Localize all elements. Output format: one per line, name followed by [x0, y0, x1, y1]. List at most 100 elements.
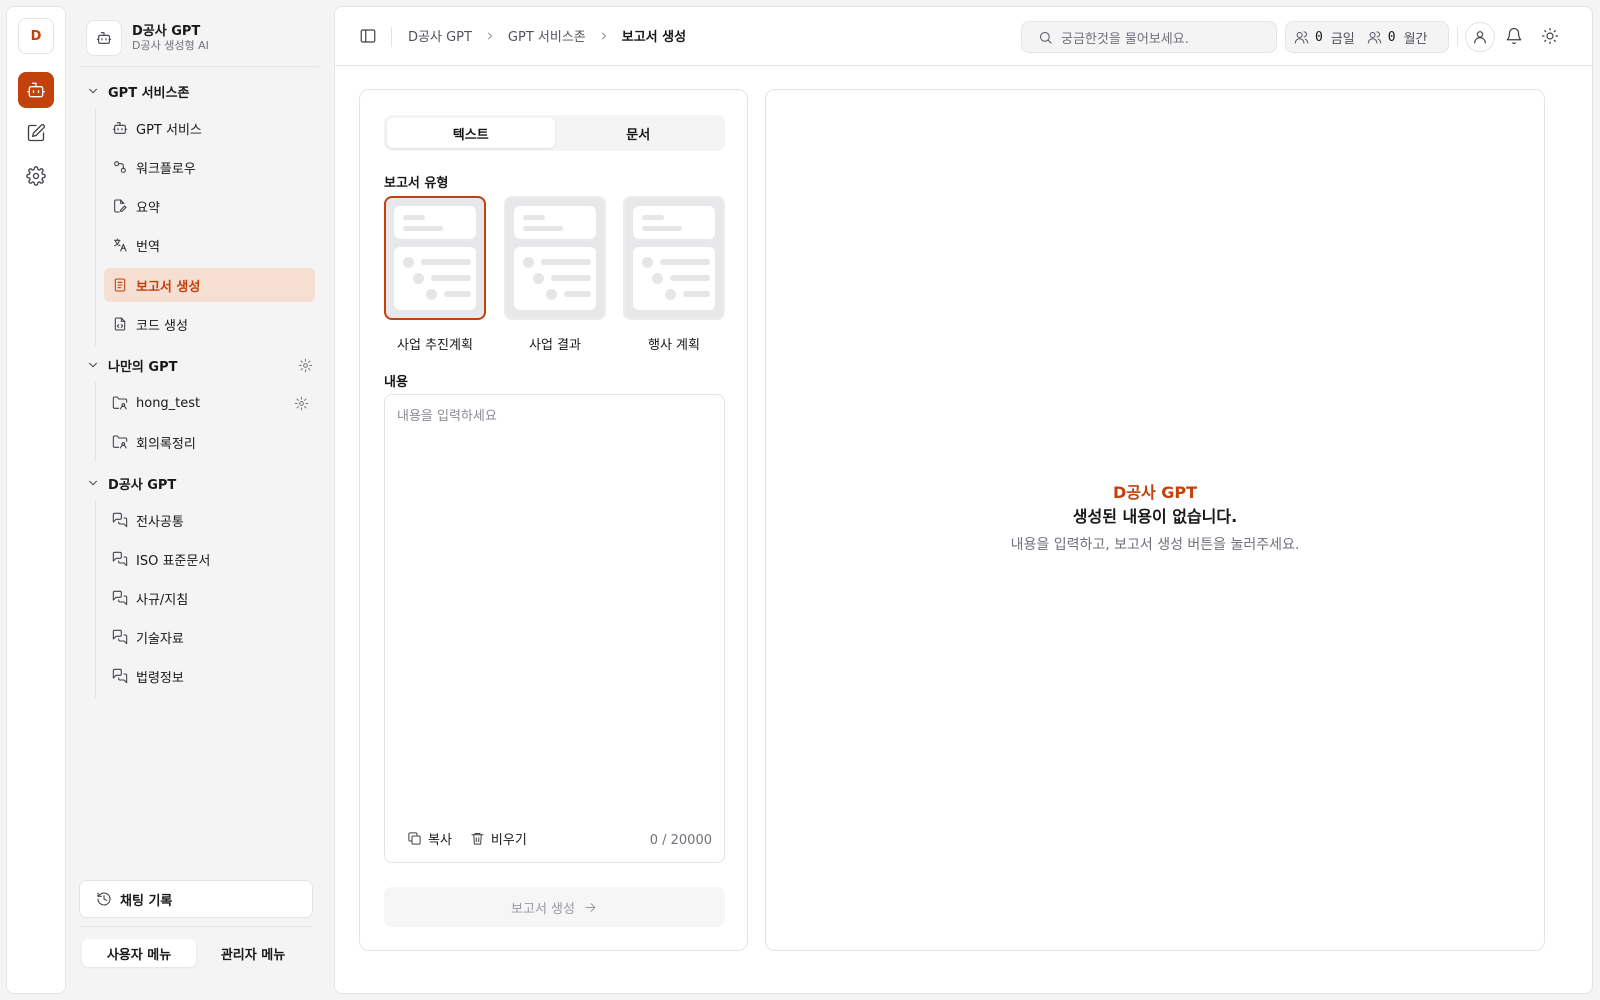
sidebar-item-label: ISO 표준문서 [136, 553, 211, 569]
sidebar-item-label: 회의록정리 [136, 436, 196, 452]
report-type-label: 보고서 유형 [384, 176, 449, 191]
folder-user-icon [112, 396, 128, 410]
report-type-event-plan[interactable]: 행사 계획 [623, 196, 725, 353]
group-label: GPT 서비스존 [108, 85, 190, 101]
chevron-right-icon [488, 32, 492, 39]
chat-history-button[interactable]: 채팅 기록 [79, 880, 313, 918]
messages-icon [112, 629, 128, 645]
rail-edit-button[interactable] [18, 115, 54, 151]
menu-toggle: 사용자 메뉴 관리자 메뉴 [79, 936, 313, 970]
workflow-icon [114, 161, 126, 173]
brand-name: D공사 GPT [132, 24, 201, 39]
arrow-right-icon [585, 902, 596, 912]
content-placeholder: 내용을 입력하세요 [397, 409, 497, 424]
chevron-down-icon [89, 480, 97, 486]
content-textarea[interactable]: 내용을 입력하세요 복사 비우기 0 / 20000 [384, 394, 725, 863]
sidebar-item-label: 보고서 생성 [136, 279, 201, 295]
group-gpt-service-zone[interactable]: GPT 서비스존 [86, 79, 313, 103]
main-panel: D공사 GPT GPT 서비스존 보고서 생성 궁금한것을 물어보세요. 0 금… [334, 6, 1593, 994]
output-card: D공사 GPT 생성된 내용이 없습니다. 내용을 입력하고, 보고서 생성 버… [765, 89, 1545, 951]
sidebar-item-technical-data[interactable]: 기술자료 [104, 620, 315, 654]
bell-icon[interactable] [1505, 27, 1523, 45]
report-form-card: 텍스트 문서 보고서 유형 사업 추진계획 사업 결과 행사 계획 내용 내용을… [359, 89, 748, 951]
divider [1457, 27, 1458, 47]
rail-settings-button[interactable] [18, 158, 54, 194]
sidebar-item-label: hong_test [136, 395, 201, 411]
users-icon [1367, 30, 1381, 44]
copy-button[interactable]: 복사 [407, 829, 452, 848]
sidebar-item-company-common[interactable]: 전사공통 [104, 503, 315, 537]
brand-header[interactable]: D공사 GPT D공사 생성형 AI [86, 18, 209, 58]
tab-text[interactable]: 텍스트 [387, 118, 555, 148]
gear-icon[interactable] [294, 396, 309, 411]
sidebar-item-regulations[interactable]: 사규/지침 [104, 581, 315, 615]
bot-icon [27, 82, 45, 98]
sidebar-item-code-generation[interactable]: 코드 생성 [104, 307, 315, 341]
settings-icon [26, 166, 46, 186]
sidebar-item-workflow[interactable]: 워크플로우 [104, 150, 315, 184]
copy-label: 복사 [428, 833, 452, 848]
report-type-name: 사업 추진계획 [397, 338, 473, 353]
topbar: D공사 GPT GPT 서비스존 보고서 생성 궁금한것을 물어보세요. 0 금… [335, 7, 1592, 66]
breadcrumb-item[interactable]: D공사 GPT [408, 26, 472, 45]
search-input[interactable]: 궁금한것을 물어보세요. [1021, 21, 1277, 53]
empty-brand: D공사 GPT [1112, 483, 1198, 502]
sidebar-item-iso-docs[interactable]: ISO 표준문서 [104, 542, 315, 576]
breadcrumb-item[interactable]: GPT 서비스존 [508, 26, 586, 45]
messages-icon [112, 551, 128, 567]
report-type-thumbnail [504, 196, 606, 320]
divider [79, 926, 313, 927]
brand-subtitle: D공사 생성형 AI [132, 39, 209, 52]
file-edit-icon [114, 199, 127, 213]
user-menu-toggle[interactable]: 사용자 메뉴 [82, 939, 196, 967]
messages-icon [112, 512, 128, 528]
sidebar-item-translate[interactable]: 번역 [104, 228, 315, 262]
report-type-name: 사업 결과 [529, 338, 581, 353]
sidebar-item-label: 기술자료 [136, 631, 184, 647]
sidebar-item-report-generation[interactable]: 보고서 생성 [104, 268, 315, 302]
sidebar-item-legal-info[interactable]: 법령정보 [104, 659, 315, 693]
sidebar-item-hong-test[interactable]: hong_test [104, 386, 315, 420]
sidebar-item-meeting-notes[interactable]: 회의록정리 [104, 425, 315, 459]
divider [391, 27, 392, 47]
messages-icon [112, 668, 128, 684]
sun-icon[interactable] [1541, 27, 1559, 45]
search-icon [1040, 31, 1052, 44]
copy-icon [408, 832, 421, 845]
report-type-name: 행사 계획 [648, 338, 700, 353]
report-type-thumbnail [623, 196, 725, 320]
sidebar-item-summary[interactable]: 요약 [104, 189, 315, 223]
empty-state: D공사 GPT 생성된 내용이 없습니다. 내용을 입력하고, 보고서 생성 버… [766, 482, 1544, 560]
empty-description: 내용을 입력하고, 보고서 생성 버튼을 눌러주세요. [1010, 537, 1300, 553]
sidebar-item-label: 전사공통 [136, 514, 184, 530]
sidebar: D공사 GPT D공사 생성형 AI GPT 서비스존 GPT 서비스 워크플로… [66, 6, 333, 994]
gear-icon[interactable] [298, 358, 313, 373]
icon-rail: D [6, 6, 66, 994]
user-avatar-button[interactable] [1465, 22, 1495, 52]
generate-label: 보고서 생성 [511, 901, 575, 917]
app-logo[interactable]: D [18, 18, 54, 54]
group-d-gpt[interactable]: D공사 GPT [86, 471, 313, 495]
sidebar-item-label: 코드 생성 [136, 318, 188, 334]
stat-count: 0 [1387, 29, 1396, 45]
sidebar-toggle-icon[interactable] [359, 27, 377, 45]
report-type-business-plan[interactable]: 사업 추진계획 [384, 196, 486, 353]
brand-logo [86, 20, 122, 56]
languages-icon [114, 238, 127, 252]
history-icon [97, 892, 111, 906]
rail-gpt-button[interactable] [18, 72, 54, 108]
report-type-thumbnail [384, 196, 486, 320]
tab-document[interactable]: 문서 [555, 118, 723, 148]
bot-icon [96, 32, 112, 44]
group-my-gpt[interactable]: 나만의 GPT [86, 353, 313, 377]
stat-monthly: 0 월간 [1367, 28, 1428, 47]
stat-daily: 0 금일 [1294, 28, 1355, 47]
empty-title: 생성된 내용이 없습니다. [1072, 507, 1238, 526]
clear-label: 비우기 [490, 833, 527, 848]
clear-button[interactable]: 비우기 [470, 829, 527, 848]
usage-stats: 0 금일 0 월간 [1285, 21, 1449, 53]
sidebar-item-gpt-service[interactable]: GPT 서비스 [104, 111, 315, 145]
generate-report-button[interactable]: 보고서 생성 [384, 887, 725, 927]
report-type-business-result[interactable]: 사업 결과 [504, 196, 606, 353]
admin-menu-toggle[interactable]: 관리자 메뉴 [196, 939, 310, 967]
